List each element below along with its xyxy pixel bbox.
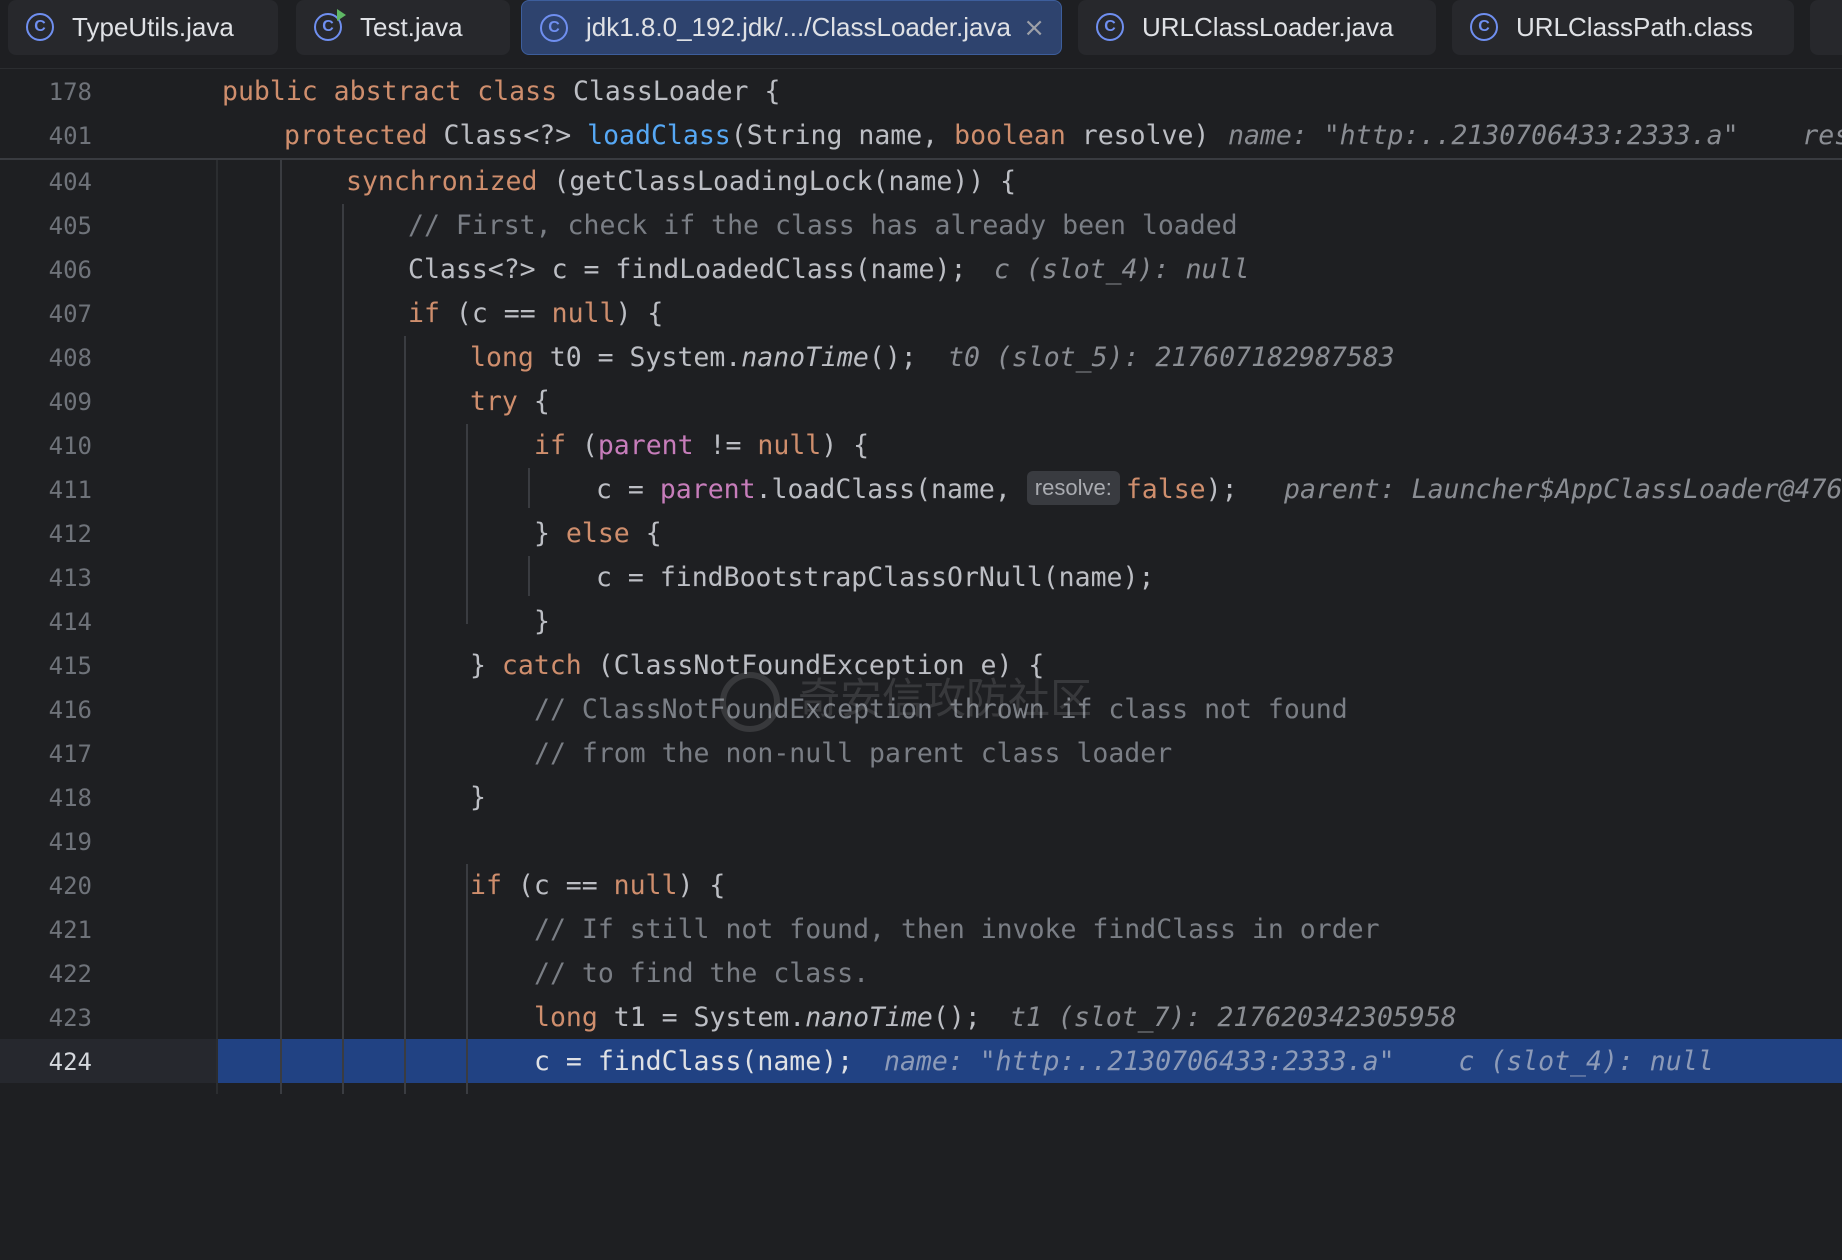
code-line[interactable]: 417 // from the non-null parent class lo…: [0, 732, 1842, 776]
line-number: 178: [48, 78, 92, 106]
code-line[interactable]: 407 if (c == null) {: [0, 292, 1842, 336]
line-comment: // If still not found, then invoke findC…: [534, 914, 1380, 945]
line-code: }: [534, 606, 550, 637]
code-line[interactable]: 406 Class<?> c = findLoadedClass(name); …: [0, 248, 1842, 292]
line-code: public abstract class ClassLoader {: [222, 76, 781, 107]
line-number: 423: [48, 1004, 92, 1032]
code-line[interactable]: 408 long t0 = System.nanoTime(); t0 (slo…: [0, 336, 1842, 380]
line-number: 416: [48, 696, 92, 724]
code-line[interactable]: 423 long t1 = System.nanoTime(); t1 (slo…: [0, 996, 1842, 1040]
editor-tab-bar: C TypeUtils.java C Test.java C jdk1.8.0_…: [0, 0, 1842, 69]
line-code: try {: [470, 386, 550, 417]
tab-overflow[interactable]: [1810, 0, 1842, 55]
line-code: c = findBootstrapClassOrNull(name);: [596, 562, 1155, 593]
debug-inline-value: parent: Launcher$AppClassLoader@476: [1284, 474, 1842, 505]
line-number: 405: [48, 212, 92, 240]
tab-urlclassloader[interactable]: C URLClassLoader.java: [1078, 0, 1436, 55]
code-line[interactable]: 409 try {: [0, 380, 1842, 424]
code-line[interactable]: 414 }: [0, 600, 1842, 644]
class-icon: C: [540, 14, 568, 42]
class-icon: C: [1470, 13, 1498, 41]
line-number: 413: [48, 564, 92, 592]
code-editor[interactable]: 404 synchronized (getClassLoadingLock(na…: [0, 160, 1842, 1094]
debug-inline-value: t0 (slot_5): 217607182987583: [948, 342, 1395, 373]
tab-classloader[interactable]: C jdk1.8.0_192.jdk/.../ClassLoader.java …: [521, 0, 1062, 55]
line-number: 424: [48, 1048, 92, 1076]
tab-urlclasspath[interactable]: C URLClassPath.class: [1452, 0, 1794, 55]
tab-label: URLClassPath.class: [1516, 12, 1753, 42]
line-number: 409: [48, 388, 92, 416]
line-number: 417: [48, 740, 92, 768]
class-icon: C: [1096, 13, 1124, 41]
parameter-hint: resolve:: [1026, 471, 1120, 505]
line-code: c = findClass(name);: [534, 1046, 854, 1077]
line-code: }: [470, 782, 486, 813]
line-code: long t0 = System.nanoTime();: [470, 342, 917, 373]
line-number: 418: [48, 784, 92, 812]
code-line[interactable]: 418 }: [0, 776, 1842, 820]
line-code: } else {: [534, 518, 662, 549]
code-line[interactable]: 419: [0, 820, 1842, 864]
debug-inline-value: name: "http:..2130706433:2333.a" resc: [1228, 120, 1842, 151]
line-number: 420: [48, 872, 92, 900]
watermark: 奇安信攻防社区: [720, 665, 1092, 732]
code-line[interactable]: 422 // to find the class.: [0, 952, 1842, 996]
tab-label: URLClassLoader.java: [1142, 12, 1394, 42]
line-code: synchronized (getClassLoadingLock(name))…: [346, 166, 1017, 197]
line-number: 407: [48, 300, 92, 328]
code-line[interactable]: 178 public abstract class ClassLoader {: [0, 70, 1842, 114]
code-line[interactable]: 410 if (parent != null) {: [0, 424, 1842, 468]
line-number: 419: [48, 828, 92, 856]
line-code: if (c == null) {: [470, 870, 726, 901]
code-line[interactable]: 411 c = parent.loadClass(name, resolve: f…: [0, 468, 1842, 512]
line-number: 415: [48, 652, 92, 680]
line-number: 404: [48, 168, 92, 196]
tab-label: TypeUtils.java: [72, 12, 234, 42]
watermark-text: 奇安信攻防社区: [798, 674, 1093, 723]
line-comment: // First, check if the class has already…: [408, 210, 1238, 241]
code-line[interactable]: 404 synchronized (getClassLoadingLock(na…: [0, 160, 1842, 204]
line-comment: // to find the class.: [534, 958, 870, 989]
debug-inline-value: c (slot_4): null: [994, 254, 1250, 285]
code-line-current[interactable]: 424 c = findClass(name); name: "http:..2…: [0, 1040, 1842, 1084]
class-icon: C: [26, 13, 54, 41]
line-comment: // from the non-null parent class loader: [534, 738, 1173, 769]
code-line[interactable]: 401 protected Class<?> loadClass(String …: [0, 114, 1842, 158]
line-number: 401: [48, 122, 92, 150]
class-run-icon: C: [314, 9, 346, 41]
code-line[interactable]: 421 // If still not found, then invoke f…: [0, 908, 1842, 952]
line-code: long t1 = System.nanoTime();: [534, 1002, 981, 1033]
tab-label: Test.java: [360, 12, 463, 42]
line-code: protected Class<?> loadClass(String name…: [284, 120, 1210, 151]
watermark-logo-icon: [720, 671, 780, 732]
code-line[interactable]: 405 // First, check if the class has alr…: [0, 204, 1842, 248]
line-code: c = parent.loadClass(name, resolve: false…: [596, 468, 1238, 512]
tab-label: jdk1.8.0_192.jdk/.../ClassLoader.java: [586, 12, 1011, 42]
line-number: 412: [48, 520, 92, 548]
line-number: 422: [48, 960, 92, 988]
debug-inline-value: name: "http:..2130706433:2333.a" c (slot…: [884, 1046, 1714, 1077]
line-code: if (parent != null) {: [534, 430, 870, 461]
line-number: 410: [48, 432, 92, 460]
tab-typeutils[interactable]: C TypeUtils.java: [8, 0, 278, 55]
sticky-scope-header: 178 public abstract class ClassLoader { …: [0, 70, 1842, 160]
close-icon[interactable]: ×: [1023, 13, 1045, 43]
debug-inline-value: t1 (slot_7): 217620342305958: [1010, 1002, 1457, 1033]
line-code: if (c == null) {: [408, 298, 664, 329]
line-number: 421: [48, 916, 92, 944]
code-line[interactable]: 412 } else {: [0, 512, 1842, 556]
line-number: 406: [48, 256, 92, 284]
code-line[interactable]: 420 if (c == null) {: [0, 864, 1842, 908]
line-number: 408: [48, 344, 92, 372]
tab-test[interactable]: C Test.java: [296, 0, 510, 55]
code-line[interactable]: 413 c = findBootstrapClassOrNull(name);: [0, 556, 1842, 600]
line-code: Class<?> c = findLoadedClass(name);: [408, 254, 967, 285]
line-number: 411: [48, 476, 92, 504]
line-number: 414: [48, 608, 92, 636]
